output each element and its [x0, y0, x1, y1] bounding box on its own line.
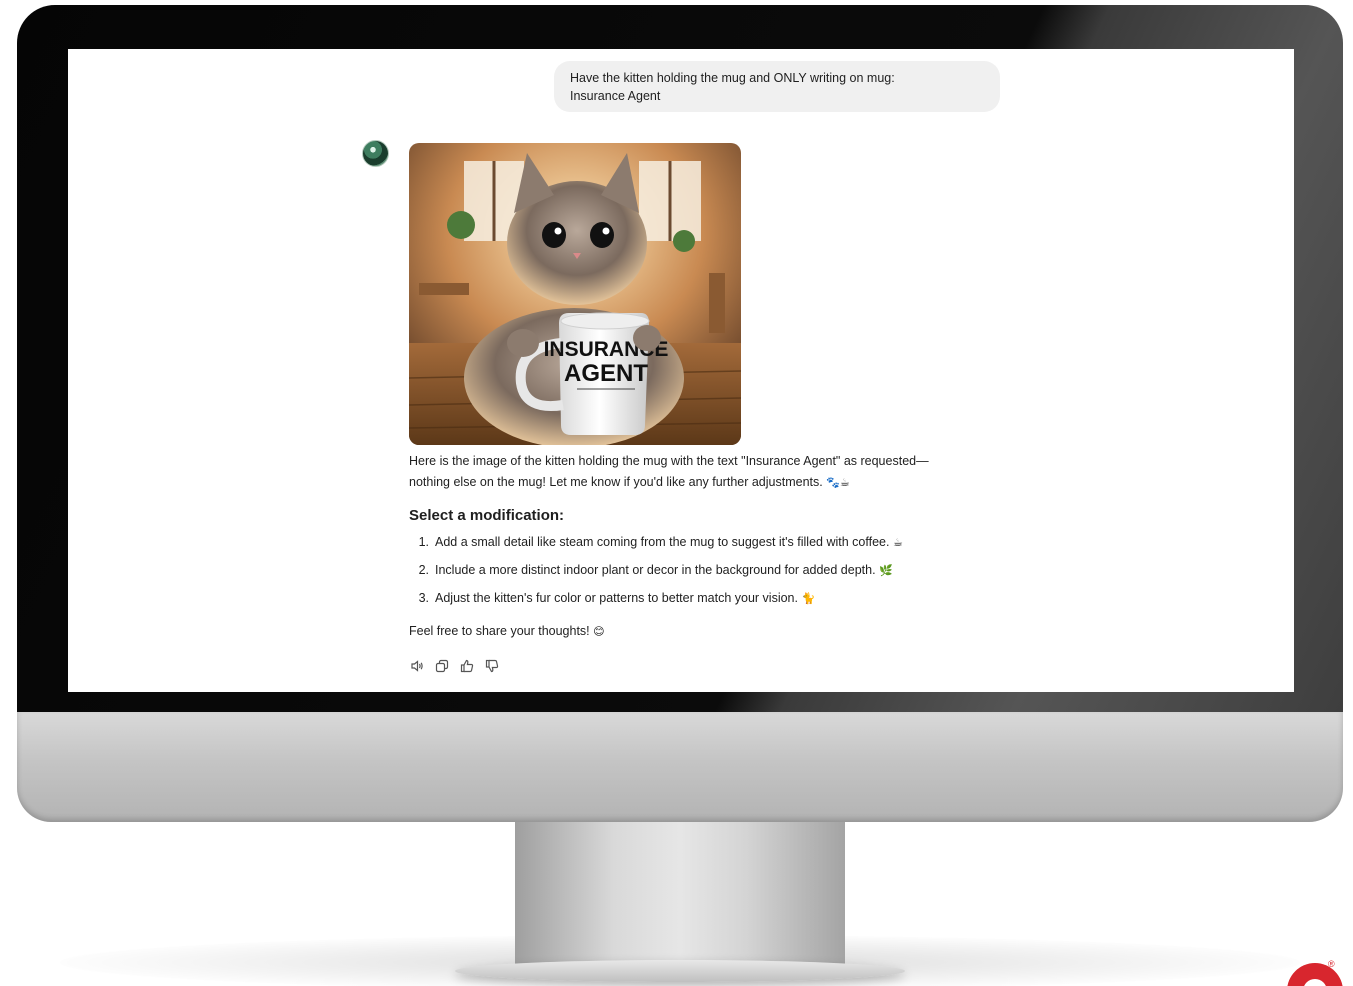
coffee-emoji: ☕	[892, 536, 903, 549]
modification-heading: Select a modification:	[409, 507, 565, 524]
kitten-mug-illustration: INSURANCE AGENT	[409, 143, 741, 445]
modification-list: 1. Add a small detail like steam coming …	[409, 533, 1009, 608]
copy-icon[interactable]	[434, 658, 450, 674]
list-item-number: 1.	[418, 535, 429, 549]
cat-emoji: 🐈	[801, 592, 816, 605]
user-message-bubble: Have the kitten holding the mug and ONLY…	[554, 61, 1000, 112]
list-item: 3. Adjust the kitten's fur color or patt…	[409, 589, 1009, 608]
reply-closing-text: Feel free to share your thoughts!	[409, 624, 590, 638]
assistant-reply: Here is the image of the kitten holding …	[409, 451, 1009, 641]
smile-emoji: 😊	[593, 625, 605, 638]
thumbs-up-icon[interactable]	[459, 658, 475, 674]
mug-text-line-2: AGENT	[564, 360, 648, 387]
herb-emoji: 🌿	[879, 564, 893, 577]
monitor-chin	[17, 712, 1343, 822]
brand-logo: ®	[1287, 959, 1353, 986]
list-item-text: Include a more distinct indoor plant or …	[435, 563, 876, 577]
read-aloud-icon[interactable]	[409, 658, 425, 674]
monitor-stand-base	[455, 960, 905, 982]
reply-closing: Feel free to share your thoughts! 😊	[409, 622, 1009, 641]
paw-coffee-emoji: 🐾☕	[826, 476, 850, 489]
list-item-text: Add a small detail like steam coming fro…	[435, 535, 890, 549]
reply-body-line-1: Here is the image of the kitten holding …	[409, 454, 929, 468]
stage: ® Have the kitten holding the mug and ON…	[0, 0, 1353, 986]
list-item-number: 3.	[418, 591, 429, 605]
list-item: 2. Include a more distinct indoor plant …	[409, 561, 1009, 580]
list-item-number: 2.	[418, 563, 429, 577]
message-actions	[409, 658, 500, 674]
user-message-line-1: Have the kitten holding the mug and ONLY…	[570, 71, 895, 85]
assistant-avatar-icon	[362, 140, 389, 167]
generated-image[interactable]: INSURANCE AGENT	[409, 143, 741, 445]
reply-body: Here is the image of the kitten holding …	[409, 451, 1009, 493]
monitor-stand-neck	[515, 822, 845, 972]
list-item-text: Adjust the kitten's fur color or pattern…	[435, 591, 798, 605]
list-item: 1. Add a small detail like steam coming …	[409, 533, 1009, 552]
reply-body-line-2: nothing else on the mug! Let me know if …	[409, 475, 823, 489]
user-message-line-2: Insurance Agent	[570, 89, 661, 103]
chat-screen: Have the kitten holding the mug and ONLY…	[68, 49, 1294, 692]
thumbs-down-icon[interactable]	[484, 658, 500, 674]
registered-mark: ®	[1328, 959, 1335, 969]
